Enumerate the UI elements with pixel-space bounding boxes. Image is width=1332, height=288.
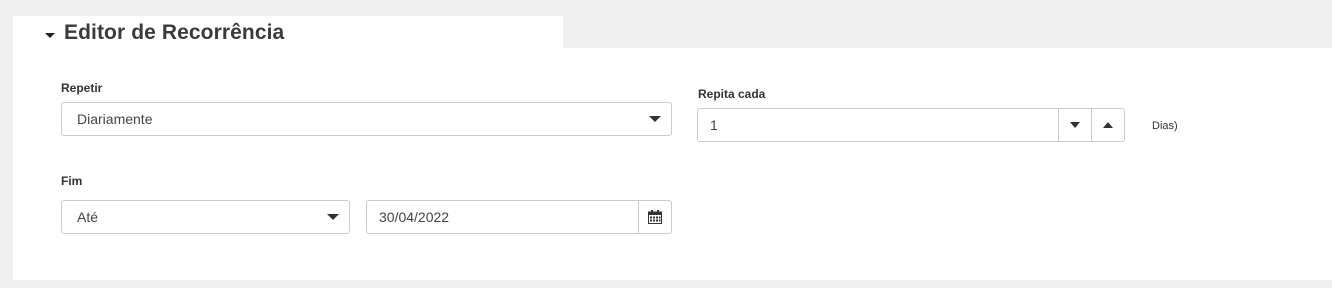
section-title: Editor de Recorrência [64, 21, 285, 44]
interval-input[interactable]: 1 [698, 117, 1058, 133]
end-mode-select[interactable]: Até [61, 200, 350, 234]
chevron-down-icon [649, 116, 661, 122]
caret-up-icon [1103, 122, 1113, 128]
caret-down-icon [1070, 122, 1080, 128]
calendar-icon [648, 210, 662, 224]
end-date-picker[interactable]: 30/04/2022 [366, 200, 672, 234]
chevron-down-icon [327, 214, 339, 220]
recurrence-editor-panel [13, 48, 1332, 280]
interval-decrement-button[interactable] [1058, 109, 1091, 141]
end-label: Fim [61, 174, 83, 188]
repeat-label: Repetir [61, 81, 103, 95]
repeat-select[interactable]: Diariamente [61, 102, 672, 136]
interval-label: Repita cada [698, 87, 766, 101]
interval-stepper[interactable]: 1 [697, 108, 1125, 142]
caret-down-icon [45, 32, 55, 38]
repeat-select-value: Diariamente [77, 111, 153, 127]
recurrence-section-toggle[interactable]: Editor de Recorrência [45, 20, 284, 46]
interval-unit: Dias) [1152, 120, 1178, 132]
calendar-button[interactable] [638, 201, 671, 233]
end-date-input[interactable]: 30/04/2022 [367, 209, 638, 225]
interval-increment-button[interactable] [1091, 109, 1124, 141]
end-mode-value: Até [77, 209, 99, 225]
